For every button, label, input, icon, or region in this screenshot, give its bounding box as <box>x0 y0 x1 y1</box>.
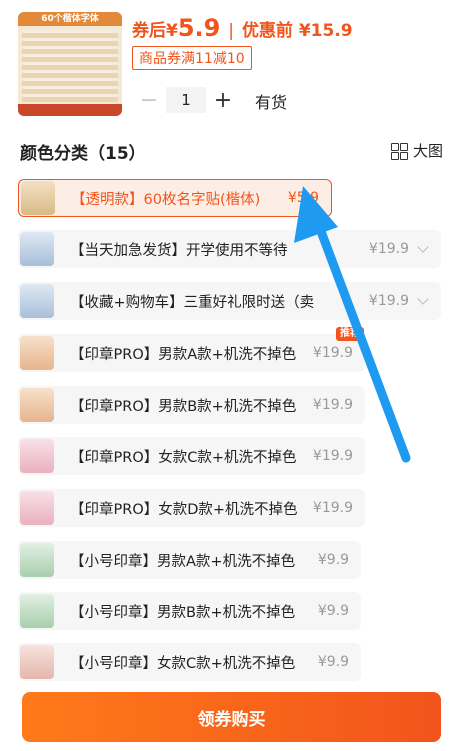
option-label: 【小号印章】男款B款+机洗不掉色 <box>70 604 296 621</box>
coupon-price: 5.9 <box>177 14 221 42</box>
option-thumbnail <box>20 594 54 628</box>
decrease-button[interactable]: − <box>132 84 166 116</box>
thumbnail-sticker-grid <box>22 30 118 102</box>
option-label: 【印章PRO】男款B款+机洗不掉色 <box>70 398 297 415</box>
quantity-input[interactable]: 1 <box>166 87 206 113</box>
option-price: ¥19.9 <box>368 241 409 257</box>
thumbnail-caption: 60个楷体字体 <box>18 12 122 26</box>
big-view-label: 大图 <box>412 142 443 160</box>
chevron-down-icon[interactable] <box>417 241 429 253</box>
option-price: ¥9.9 <box>317 552 349 568</box>
big-view-button[interactable]: 大图 <box>390 140 443 161</box>
option-item[interactable]: 【小号印章】男款A款+机洗不掉色 ¥9.9 <box>18 541 361 579</box>
option-price: ¥9.9 <box>317 603 349 619</box>
option-item[interactable]: 【收藏+购物车】三重好礼限时送（卖 ¥19.9 <box>18 282 441 320</box>
option-item[interactable]: 【透明款】60枚名字贴(楷体) ¥5.9 <box>18 179 332 217</box>
option-label: 【印章PRO】男款A款+机洗不掉色 <box>70 346 297 363</box>
increase-button[interactable]: + <box>206 84 240 116</box>
option-thumbnail <box>21 181 55 215</box>
option-item[interactable]: 【印章PRO】女款D款+机洗不掉色 ¥19.9 <box>18 489 365 527</box>
option-thumbnail <box>20 232 54 266</box>
claim-coupon-buy-button[interactable]: 领券购买 <box>22 692 441 742</box>
coupon-tag[interactable]: 商品券满11减10 <box>132 46 252 70</box>
option-item[interactable]: 【印章PRO】男款A款+机洗不掉色 ¥19.9 <box>18 334 365 372</box>
option-label: 【印章PRO】女款D款+机洗不掉色 <box>70 501 298 518</box>
option-item[interactable]: 【小号印章】男款B款+机洗不掉色 ¥9.9 <box>18 592 361 630</box>
grid-view-icon <box>390 142 408 160</box>
price-line: 券后¥5.9 | 优惠前 ¥15.9 <box>132 14 353 42</box>
option-price: ¥5.9 <box>287 190 319 206</box>
option-label: 【印章PRO】女款C款+机洗不掉色 <box>70 449 297 466</box>
original-price: 优惠前 ¥15.9 <box>241 21 353 41</box>
option-item[interactable]: 【当天加急发货】开学使用不等待 ¥19.9 <box>18 230 441 268</box>
section-title: 颜色分类（15） <box>20 144 146 164</box>
option-label: 【收藏+购物车】三重好礼限时送（卖 <box>70 294 315 311</box>
recommend-badge: 推荐 <box>336 327 364 341</box>
option-label: 【当天加急发货】开学使用不等待 <box>70 242 288 259</box>
quantity-stepper: − 1 + <box>132 84 240 116</box>
option-price: ¥9.9 <box>317 654 349 670</box>
chevron-down-icon[interactable] <box>417 293 429 305</box>
option-thumbnail <box>20 284 54 318</box>
option-thumbnail <box>20 388 54 422</box>
option-thumbnail <box>20 491 54 525</box>
option-item[interactable]: 【小号印章】女款C款+机洗不掉色 ¥9.9 <box>18 643 361 681</box>
option-price: ¥19.9 <box>312 448 353 464</box>
price-prefix: 券后¥ <box>132 21 178 41</box>
option-price: ¥19.9 <box>368 293 409 309</box>
option-price: ¥19.9 <box>312 397 353 413</box>
option-item[interactable]: 【印章PRO】女款C款+机洗不掉色 ¥19.9 <box>18 437 365 475</box>
option-price: ¥19.9 <box>312 345 353 361</box>
option-item[interactable]: 【印章PRO】男款B款+机洗不掉色 ¥19.9 <box>18 386 365 424</box>
option-price: ¥19.9 <box>312 500 353 516</box>
stock-status: 有货 <box>255 93 288 112</box>
price-separator: | <box>228 21 235 41</box>
option-thumbnail <box>20 336 54 370</box>
option-thumbnail <box>20 543 54 577</box>
product-thumbnail[interactable]: 60个楷体字体 <box>18 12 122 116</box>
thumbnail-footer <box>18 104 122 116</box>
option-label: 【小号印章】女款C款+机洗不掉色 <box>70 655 296 672</box>
option-thumbnail <box>20 439 54 473</box>
option-thumbnail <box>20 645 54 679</box>
option-label: 【透明款】60枚名字贴(楷体) <box>71 191 261 208</box>
option-label: 【小号印章】男款A款+机洗不掉色 <box>70 553 296 570</box>
